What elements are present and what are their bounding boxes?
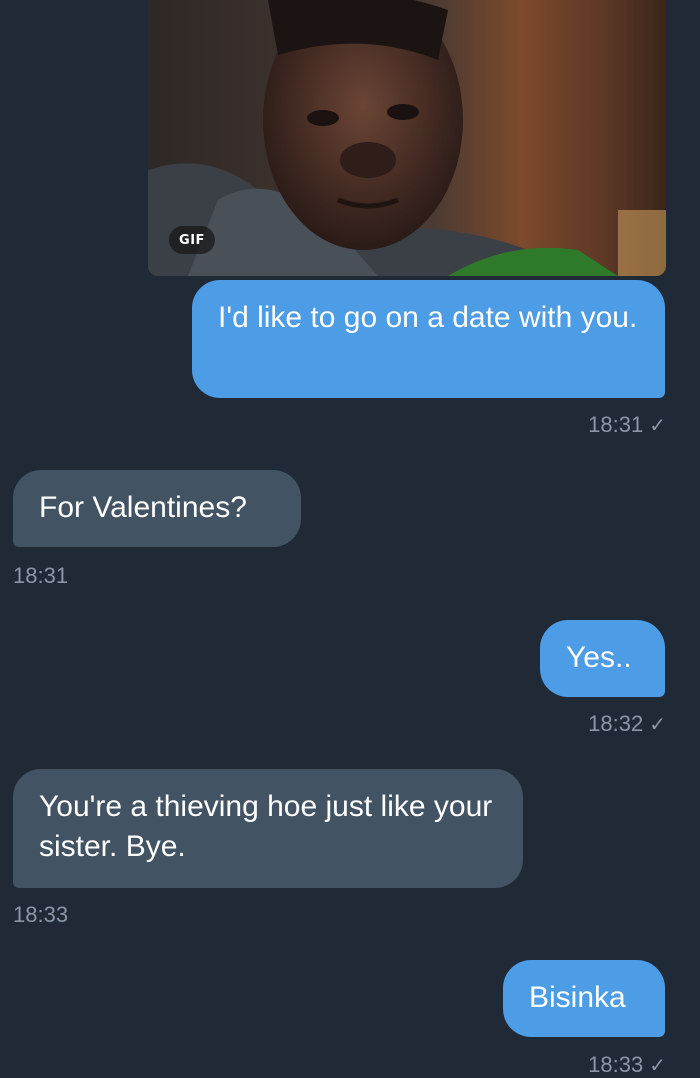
message-timestamp: 18:32 ✓ — [588, 711, 666, 736]
message-text: Yes.. — [566, 641, 632, 674]
message-timestamp: 18:31 ✓ — [588, 412, 666, 437]
gif-message[interactable] — [148, 0, 666, 276]
message-text: For Valentines? — [39, 491, 247, 524]
message-bubble-outgoing[interactable]: Bisinka — [503, 960, 665, 1037]
message-bubble-incoming[interactable]: You're a thieving hoe just like your sis… — [13, 769, 523, 888]
message-text: Bisinka — [529, 981, 626, 1014]
message-bubble-outgoing[interactable]: Yes.. — [540, 620, 665, 697]
message-text: You're a thieving hoe just like your sis… — [39, 790, 493, 863]
message-text: I'd like to go on a date with you. — [218, 301, 638, 334]
gif-badge: GIF — [169, 226, 215, 254]
gif-image — [148, 0, 666, 276]
message-timestamp: 18:33 — [13, 902, 69, 927]
check-icon: ✓ — [649, 714, 666, 736]
message-timestamp: 18:31 — [13, 563, 69, 588]
message-timestamp: 18:33 ✓ — [588, 1052, 666, 1077]
check-icon: ✓ — [649, 415, 666, 437]
message-bubble-incoming[interactable]: For Valentines? — [13, 470, 301, 547]
check-icon: ✓ — [649, 1055, 666, 1077]
message-bubble-outgoing[interactable]: I'd like to go on a date with you. — [192, 280, 665, 398]
